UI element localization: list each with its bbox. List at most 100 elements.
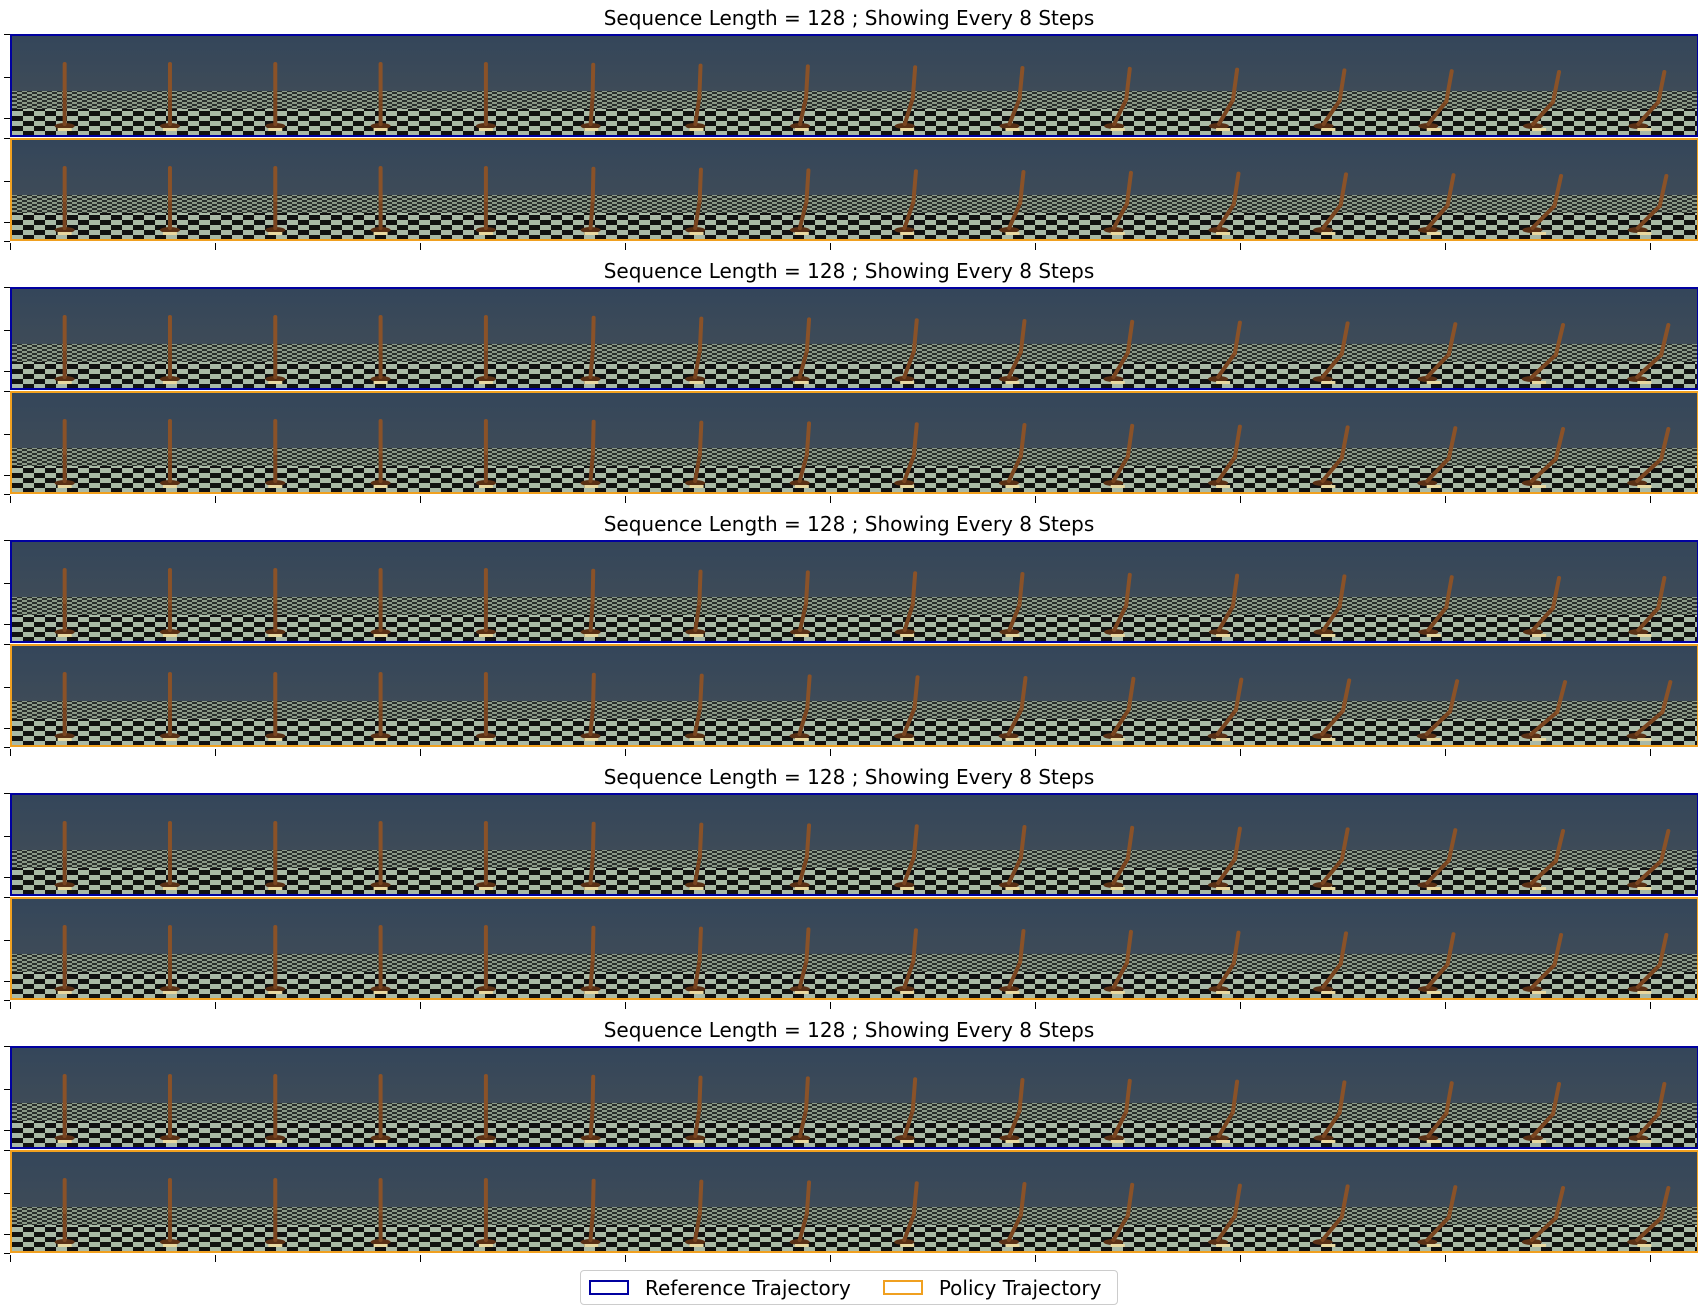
x-tick [1445, 749, 1446, 756]
policy-trajectory-strip [10, 391, 1698, 494]
y-axis-ticks [4, 540, 10, 748]
y-tick [4, 1193, 10, 1194]
y-tick [4, 391, 10, 392]
x-tick [830, 749, 831, 756]
panel-title: Sequence Length = 128 ; Showing Every 8 … [603, 1018, 1095, 1042]
x-tick [625, 496, 626, 503]
policy-trajectory-strip [10, 138, 1698, 241]
x-tick [1445, 1255, 1446, 1262]
x-tick [1445, 496, 1446, 503]
y-axis-ticks [4, 793, 10, 1001]
checker-floor [12, 213, 1697, 239]
checker-floor [12, 466, 1697, 492]
x-tick [625, 1255, 626, 1262]
policy-trajectory-strip [10, 897, 1698, 1000]
y-tick [4, 1000, 10, 1001]
x-tick [215, 1255, 216, 1262]
y-tick [4, 1046, 10, 1047]
legend-item-reference: Reference Trajectory [589, 1276, 851, 1300]
reference-trajectory-strip [10, 287, 1698, 390]
x-tick [420, 1255, 421, 1262]
y-tick [4, 940, 10, 941]
x-tick [625, 749, 626, 756]
x-tick [10, 1255, 11, 1262]
y-tick [4, 330, 10, 331]
x-tick [625, 243, 626, 250]
x-tick [1240, 496, 1241, 503]
y-tick [4, 181, 10, 182]
sky-backdrop [12, 1048, 1697, 1103]
x-tick [10, 1002, 11, 1009]
y-tick [4, 793, 10, 794]
policy-swatch [882, 1280, 923, 1295]
y-axis-ticks [4, 34, 10, 242]
y-tick [4, 897, 10, 898]
x-tick [420, 496, 421, 503]
y-tick [4, 222, 10, 223]
x-tick [1650, 749, 1651, 756]
x-tick [1035, 1002, 1036, 1009]
checker-floor [12, 719, 1697, 745]
x-axis-ticks [10, 243, 1698, 251]
x-tick [830, 1255, 831, 1262]
x-tick [1240, 1002, 1241, 1009]
y-tick [4, 138, 10, 139]
y-tick [4, 434, 10, 435]
y-tick [4, 241, 10, 242]
legend-item-policy: Policy Trajectory [882, 1275, 1102, 1300]
y-tick [4, 687, 10, 688]
checker-floor [12, 868, 1697, 894]
x-tick [420, 1002, 421, 1009]
y-tick [4, 77, 10, 78]
x-tick [1650, 243, 1651, 250]
x-tick [830, 496, 831, 503]
x-tick [1445, 1002, 1446, 1009]
x-tick [1650, 496, 1651, 503]
y-tick [4, 583, 10, 584]
y-tick [4, 494, 10, 495]
x-tick [420, 243, 421, 250]
y-tick [4, 747, 10, 748]
y-tick [4, 1089, 10, 1090]
policy-label: Policy Trajectory [938, 1275, 1102, 1300]
sky-backdrop [12, 1152, 1697, 1207]
panel-title: Sequence Length = 128 ; Showing Every 8 … [603, 6, 1095, 30]
y-tick [4, 1130, 10, 1131]
checker-floor [12, 972, 1697, 998]
x-tick [830, 1002, 831, 1009]
y-tick [4, 836, 10, 837]
x-tick [215, 496, 216, 503]
x-tick [215, 243, 216, 250]
x-tick [1240, 749, 1241, 756]
x-tick [830, 243, 831, 250]
checker-floor [12, 1225, 1697, 1251]
y-tick [4, 644, 10, 645]
y-tick [4, 1253, 10, 1254]
y-tick [4, 118, 10, 119]
panel-title: Sequence Length = 128 ; Showing Every 8 … [603, 512, 1095, 536]
sky-backdrop [12, 899, 1697, 954]
sky-backdrop [12, 393, 1697, 448]
x-tick [1035, 496, 1036, 503]
checker-floor [12, 362, 1697, 388]
y-tick [4, 287, 10, 288]
y-tick [4, 34, 10, 35]
policy-trajectory-strip [10, 1150, 1698, 1253]
x-tick [215, 1002, 216, 1009]
x-tick [625, 1002, 626, 1009]
y-tick [4, 624, 10, 625]
y-tick [4, 475, 10, 476]
panel-title: Sequence Length = 128 ; Showing Every 8 … [603, 259, 1095, 283]
y-axis-ticks [4, 1046, 10, 1254]
reference-trajectory-strip [10, 34, 1698, 137]
checker-floor [12, 1121, 1697, 1147]
y-tick [4, 1150, 10, 1151]
y-tick [4, 981, 10, 982]
sky-backdrop [12, 646, 1697, 701]
sky-backdrop [12, 795, 1697, 850]
x-tick [1240, 243, 1241, 250]
checker-floor [12, 615, 1697, 641]
x-tick [1240, 1255, 1241, 1262]
x-tick [1445, 243, 1446, 250]
x-tick [1035, 243, 1036, 250]
